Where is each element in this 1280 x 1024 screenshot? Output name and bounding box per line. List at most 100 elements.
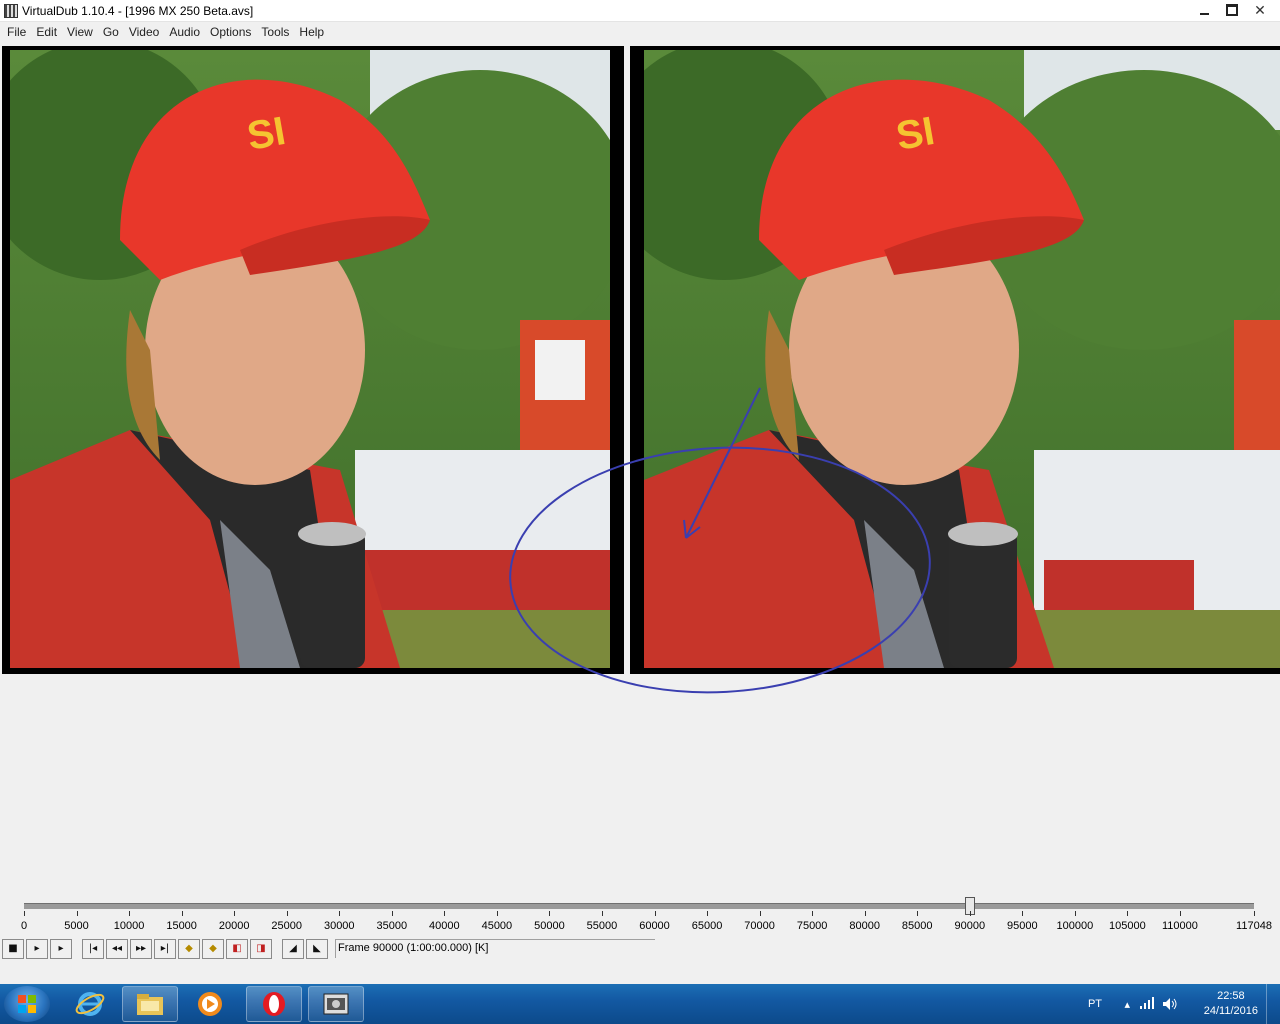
timeline-tick-label: 105000 — [1109, 920, 1146, 932]
timeline-tick — [969, 911, 971, 916]
mark-out-icon[interactable]: ◣ — [306, 939, 328, 959]
input-video-frame: SI — [10, 50, 610, 668]
timeline-tick-label: 50000 — [534, 920, 565, 932]
timeline-tick-label: 25000 — [271, 920, 302, 932]
menu-go[interactable]: Go — [98, 22, 124, 42]
timeline-tick-label: 117048 — [1236, 920, 1272, 932]
timeline[interactable]: 0 5000 10000 15000 20000 25000 30000 35000 40000… — [0, 895, 1280, 935]
step-forward-icon[interactable]: ▸▸ — [130, 939, 152, 959]
timeline-tick-label: 35000 — [376, 920, 408, 932]
timeline-tick — [129, 911, 131, 916]
taskbar: PT ▴ 22:58 24/11/2016 — [0, 984, 1280, 1024]
file-explorer-icon[interactable] — [122, 986, 178, 1022]
menu-audio[interactable]: Audio — [164, 22, 205, 42]
show-hidden-icons-icon[interactable]: ▴ — [1124, 998, 1130, 1011]
scene-forward-icon[interactable]: ◨ — [250, 939, 272, 959]
menu-bar: File Edit View Go Video Audio Options To… — [0, 22, 1280, 42]
timeline-tick — [391, 911, 393, 916]
timeline-tick-label: 65000 — [691, 920, 723, 932]
window-controls: ✕ — [1190, 0, 1274, 20]
timeline-tick — [444, 911, 446, 916]
menu-help[interactable]: Help — [294, 22, 329, 42]
output-video-pane[interactable]: SI — [630, 46, 1280, 674]
pane-divider — [624, 46, 630, 674]
timeline-tick — [1022, 911, 1024, 916]
timeline-tick-label: 15000 — [166, 920, 197, 932]
timeline-tick — [496, 911, 498, 916]
step-back-icon[interactable]: ◂◂ — [106, 939, 128, 959]
menu-edit[interactable]: Edit — [31, 22, 62, 42]
window-title: VirtualDub 1.10.4 - [1996 MX 250 Beta.av… — [22, 3, 254, 18]
timeline-tick — [601, 911, 603, 916]
next-keyframe-icon[interactable]: ◆ — [202, 939, 224, 959]
language-indicator[interactable]: PT — [1088, 998, 1102, 1010]
timeline-tick-label: 45000 — [481, 920, 513, 932]
virtualdub-app-icon[interactable] — [4, 3, 18, 18]
timeline-track[interactable] — [24, 903, 1254, 909]
clock-date: 24/11/2016 — [1203, 1005, 1258, 1017]
timeline-tick — [707, 911, 709, 916]
close-button[interactable]: ✕ — [1246, 1, 1274, 19]
start-button[interactable] — [4, 986, 50, 1022]
title-bar: VirtualDub 1.10.4 - [1996 MX 250 Beta.av… — [0, 0, 1280, 22]
frame-status: Frame 90000 (1:00:00.000) [K] — [335, 939, 655, 958]
menu-options[interactable]: Options — [205, 22, 256, 42]
timeline-tick-label: 0 — [20, 920, 28, 932]
timeline-tick — [1254, 911, 1255, 916]
timeline-tick — [286, 911, 288, 916]
media-player-icon[interactable] — [182, 986, 238, 1022]
network-icon[interactable] — [1140, 997, 1154, 1009]
timeline-tick — [1179, 911, 1181, 916]
svg-text:SI: SI — [244, 109, 289, 159]
timeline-tick — [1074, 911, 1076, 916]
timeline-tick — [812, 911, 814, 916]
timeline-tick — [917, 911, 919, 916]
input-video-pane[interactable]: SI — [2, 46, 624, 674]
output-video-frame: SI — [644, 50, 1280, 668]
play-output-icon[interactable]: ▸ — [50, 939, 72, 959]
minimize-button[interactable] — [1190, 1, 1218, 19]
menu-view[interactable]: View — [62, 22, 98, 42]
timeline-tick-label: 100000 — [1056, 920, 1094, 932]
show-desktop-button[interactable] — [1266, 984, 1280, 1024]
input-frame-image: SI — [10, 50, 610, 668]
timeline-tick — [759, 911, 761, 916]
timeline-tick-label: 55000 — [586, 920, 618, 932]
maximize-button[interactable] — [1218, 1, 1246, 19]
timeline-tick — [181, 911, 183, 916]
timeline-tick — [24, 911, 25, 916]
virtualdub-icon[interactable] — [308, 986, 364, 1022]
clock[interactable]: 22:58 24/11/2016 — [1204, 989, 1258, 1019]
timeline-tick-label: 20000 — [218, 920, 250, 932]
timeline-tick-label: 110000 — [1161, 920, 1198, 932]
clock-time: 22:58 — [1217, 990, 1245, 1002]
timeline-tick-label: 30000 — [323, 920, 355, 932]
play-input-icon[interactable]: ▸ — [26, 939, 48, 959]
timeline-tick-label: 80000 — [849, 920, 880, 932]
prev-keyframe-icon[interactable]: ◆ — [178, 939, 200, 959]
timeline-tick-label: 70000 — [744, 920, 775, 932]
timeline-tick — [1127, 911, 1129, 916]
timeline-tick-label: 85000 — [901, 920, 933, 932]
timeline-tick — [864, 911, 866, 916]
mark-in-icon[interactable]: ◢ — [282, 939, 304, 959]
opera-icon[interactable] — [246, 986, 302, 1022]
output-frame-image: SI — [644, 50, 1280, 668]
menu-video[interactable]: Video — [124, 22, 164, 42]
go-end-icon[interactable]: ▸| — [154, 939, 176, 959]
timeline-tick — [234, 911, 236, 916]
timeline-tick-label: 60000 — [639, 920, 670, 932]
scene-back-icon[interactable]: ◧ — [226, 939, 248, 959]
menu-file[interactable]: File — [2, 22, 31, 42]
stop-icon[interactable]: ■ — [2, 939, 24, 959]
svg-text:SI: SI — [893, 109, 938, 159]
internet-explorer-icon[interactable] — [62, 986, 118, 1022]
menu-tools[interactable]: Tools — [256, 22, 294, 42]
timeline-tick — [549, 911, 551, 916]
timeline-tick-label: 95000 — [1007, 920, 1038, 932]
volume-icon[interactable] — [1162, 997, 1178, 1011]
go-start-icon[interactable]: |◂ — [82, 939, 104, 959]
timeline-tick — [339, 911, 341, 916]
video-pane-area: SI SI — [0, 42, 1280, 676]
timeline-tick-label: 10000 — [113, 920, 145, 932]
